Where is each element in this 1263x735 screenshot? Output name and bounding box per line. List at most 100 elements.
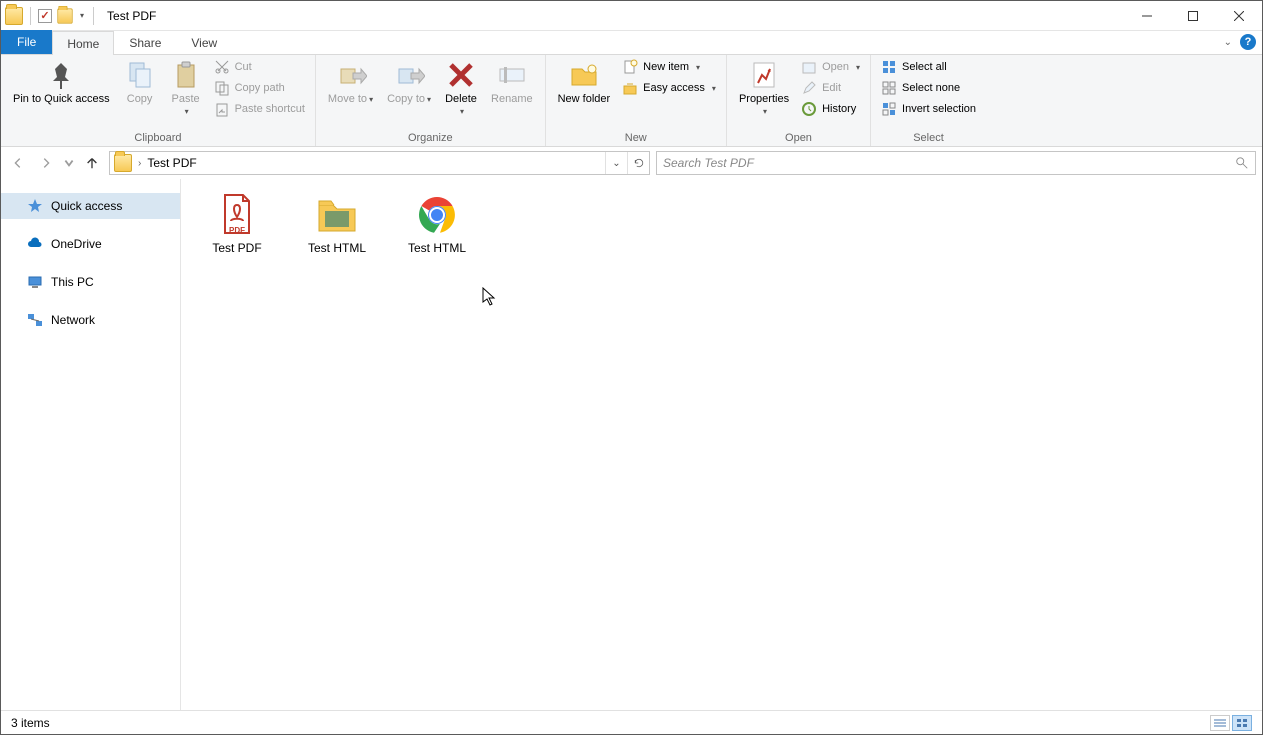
paste-icon <box>170 59 202 91</box>
dropdown-icon: ▾ <box>185 107 189 116</box>
move-to-icon <box>335 59 367 91</box>
paste-shortcut-button: Paste shortcut <box>210 99 309 119</box>
qat-properties-icon[interactable]: ✓ <box>38 9 52 23</box>
maximize-button[interactable] <box>1170 1 1216 31</box>
delete-button[interactable]: Delete▾ <box>439 57 483 120</box>
file-item[interactable]: PDF Test PDF <box>201 193 273 255</box>
file-item[interactable]: Test HTML <box>401 193 473 255</box>
scissors-icon <box>214 59 230 75</box>
status-bar: 3 items <box>1 710 1262 734</box>
search-box[interactable] <box>656 151 1256 175</box>
copy-button: Copy <box>118 57 162 107</box>
breadcrumb-item[interactable]: Test PDF <box>143 156 200 170</box>
delete-icon <box>445 59 477 91</box>
ribbon-group-clipboard: Pin to Quick access Copy Paste ▾ Cut Cop… <box>1 55 316 146</box>
network-icon <box>27 312 43 328</box>
address-history-dropdown[interactable]: ⌄ <box>605 152 627 174</box>
nav-onedrive[interactable]: OneDrive <box>1 231 180 257</box>
quick-access-toolbar: ✓ ▾ <box>1 7 101 25</box>
invert-selection-button[interactable]: Invert selection <box>877 99 980 119</box>
tab-share[interactable]: Share <box>114 30 176 54</box>
move-to-button: Move to▾ <box>322 57 379 108</box>
back-button[interactable] <box>7 152 29 174</box>
paste-button: Paste ▾ <box>164 57 208 118</box>
select-none-icon <box>881 80 897 96</box>
nav-this-pc[interactable]: This PC <box>1 269 180 295</box>
address-bar[interactable]: › Test PDF ⌄ <box>109 151 650 175</box>
new-item-icon <box>622 59 638 75</box>
invert-selection-icon <box>881 101 897 117</box>
navigation-pane: Quick access OneDrive This PC Network <box>1 179 181 712</box>
rename-icon <box>496 59 528 91</box>
ribbon-group-organize: Move to▾ Copy to▾ Delete▾ Rename Organiz… <box>316 55 546 146</box>
title-bar: ✓ ▾ Test PDF <box>1 1 1262 31</box>
recent-locations-dropdown[interactable] <box>63 152 75 174</box>
item-count: 3 items <box>11 716 50 730</box>
content-pane[interactable]: PDF Test PDF Test HTML Test HTML <box>181 179 1262 712</box>
group-label: Clipboard <box>7 130 309 146</box>
rename-button: Rename <box>485 57 539 107</box>
location-folder-icon <box>114 154 132 172</box>
properties-button[interactable]: Properties▾ <box>733 57 795 120</box>
qat-customize-dropdown[interactable]: ▾ <box>78 11 86 20</box>
up-button[interactable] <box>81 152 103 174</box>
easy-access-icon <box>622 80 638 96</box>
new-item-button[interactable]: New item▾ <box>618 57 720 77</box>
window-title: Test PDF <box>107 9 156 23</box>
open-button: Open▾ <box>797 57 864 77</box>
file-item[interactable]: Test HTML <box>301 193 373 255</box>
group-label: New <box>552 130 720 146</box>
main-area: Quick access OneDrive This PC Network PD… <box>1 179 1262 712</box>
minimize-ribbon-button[interactable]: ⌄ <box>1224 37 1232 48</box>
tab-view[interactable]: View <box>176 30 232 54</box>
nav-quick-access[interactable]: Quick access <box>1 193 180 219</box>
app-folder-icon <box>5 7 23 25</box>
help-button[interactable]: ? <box>1240 34 1256 50</box>
copy-to-button: Copy to▾ <box>381 57 437 108</box>
easy-access-button[interactable]: Easy access▾ <box>618 78 720 98</box>
copy-path-button: Copy path <box>210 78 309 98</box>
new-folder-button[interactable]: New folder <box>552 57 617 107</box>
pc-icon <box>27 274 43 290</box>
ribbon-group-new: New folder New item▾ Easy access▾ New <box>546 55 727 146</box>
refresh-button[interactable] <box>627 152 649 174</box>
minimize-button[interactable] <box>1124 1 1170 31</box>
pin-icon <box>45 59 77 91</box>
svg-text:PDF: PDF <box>229 226 245 235</box>
navigation-row: › Test PDF ⌄ <box>1 147 1262 179</box>
cloud-icon <box>27 236 43 252</box>
select-none-button[interactable]: Select none <box>877 78 980 98</box>
details-view-button[interactable] <box>1210 715 1230 731</box>
edit-icon <box>801 80 817 96</box>
ribbon: Pin to Quick access Copy Paste ▾ Cut Cop… <box>1 55 1262 147</box>
large-icons-view-button[interactable] <box>1232 715 1252 731</box>
edit-button: Edit <box>797 78 864 98</box>
qat-new-folder-icon[interactable] <box>57 8 72 23</box>
properties-icon <box>748 59 780 91</box>
search-input[interactable] <box>663 156 1235 170</box>
chrome-icon <box>415 193 459 237</box>
new-folder-icon <box>568 59 600 91</box>
ribbon-tabs: File Home Share View ⌄ ? <box>1 31 1262 55</box>
history-button[interactable]: History <box>797 99 864 119</box>
ribbon-group-select: Select all Select none Invert selection … <box>871 55 986 146</box>
qat-separator <box>30 7 31 25</box>
select-all-button[interactable]: Select all <box>877 57 980 77</box>
ribbon-group-open: Properties▾ Open▾ Edit History Open <box>727 55 871 146</box>
search-icon[interactable] <box>1235 156 1249 170</box>
close-button[interactable] <box>1216 1 1262 31</box>
tab-home[interactable]: Home <box>52 31 114 55</box>
qat-separator <box>93 7 94 25</box>
group-label: Select <box>877 130 980 146</box>
nav-network[interactable]: Network <box>1 307 180 333</box>
tab-file[interactable]: File <box>1 30 52 54</box>
group-label: Organize <box>322 130 539 146</box>
pin-to-quick-access-button[interactable]: Pin to Quick access <box>7 57 116 107</box>
forward-button[interactable] <box>35 152 57 174</box>
copy-path-icon <box>214 80 230 96</box>
cut-button: Cut <box>210 57 309 77</box>
history-icon <box>801 101 817 117</box>
copy-to-icon <box>393 59 425 91</box>
select-all-icon <box>881 59 897 75</box>
folder-icon <box>315 193 359 237</box>
